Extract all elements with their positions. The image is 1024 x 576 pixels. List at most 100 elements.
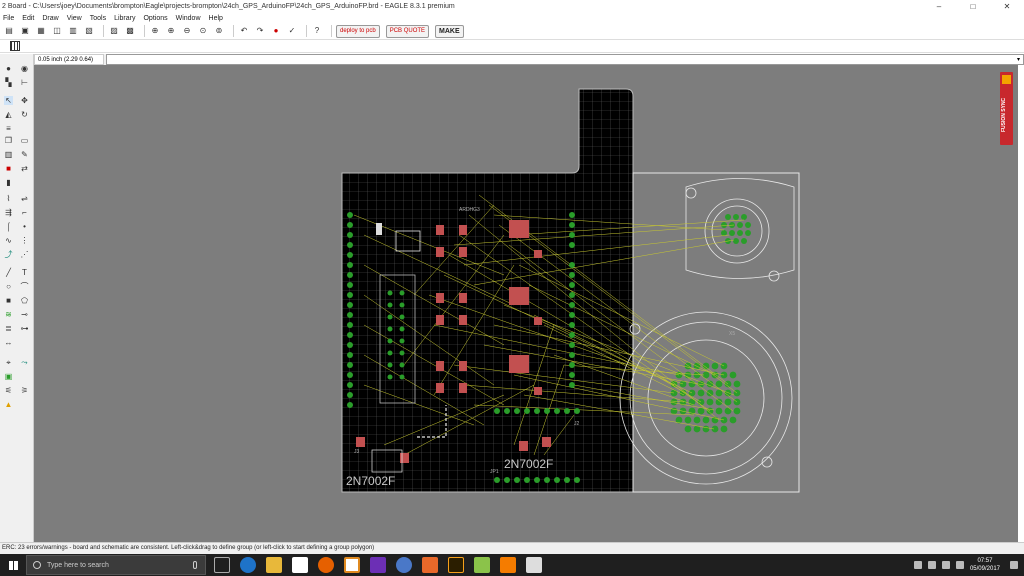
visual-studio-icon[interactable]	[370, 557, 386, 573]
replace-icon[interactable]: ⇄	[20, 164, 29, 173]
dimension-icon[interactable]: ≣	[4, 324, 13, 333]
drc-check-icon[interactable]: ⚞	[20, 386, 29, 395]
keyboard-icon[interactable]	[955, 561, 964, 569]
delete-icon[interactable]: ▥	[4, 150, 13, 159]
board-drawing[interactable]: 2N7002F 2N7002F ARDHG3 X5 J2 JP1 J3	[34, 65, 1018, 542]
task-view-icon[interactable]	[214, 557, 230, 573]
paste-icon[interactable]: ▭	[20, 136, 29, 145]
zoom-in-icon[interactable]: ⊕	[165, 25, 177, 37]
lock-icon[interactable]: ▮	[4, 178, 13, 187]
notifications-icon[interactable]	[1010, 561, 1018, 569]
script-icon[interactable]: ▨	[108, 25, 120, 37]
cam-icon[interactable]: ◫	[51, 25, 63, 37]
attribute-icon[interactable]: ⊶	[20, 324, 29, 333]
zoom-out-icon[interactable]: ⊖	[181, 25, 193, 37]
firefox-icon[interactable]	[318, 557, 334, 573]
menu-draw[interactable]: Draw	[42, 15, 58, 22]
hole-icon[interactable]: ⊸	[20, 310, 29, 319]
stop-icon[interactable]: ●	[270, 25, 282, 37]
autoroute-icon[interactable]: ⤳	[20, 358, 29, 367]
show-icon[interactable]: ◉	[20, 64, 29, 73]
save-icon[interactable]: ▣	[19, 25, 31, 37]
menu-help[interactable]: Help	[209, 15, 223, 22]
menu-options[interactable]: Options	[143, 15, 167, 22]
zoom-area-icon[interactable]: ⊚	[213, 25, 225, 37]
rect-icon[interactable]: ■	[4, 296, 13, 305]
maximize-button[interactable]: □	[956, 0, 990, 13]
fanout-icon[interactable]: ⋰	[20, 250, 29, 259]
meander-icon[interactable]: ⌠	[4, 222, 13, 231]
mirror-icon[interactable]: ◭	[4, 110, 13, 119]
menu-edit[interactable]: Edit	[22, 15, 34, 22]
optimize-icon[interactable]: ⇌	[20, 194, 29, 203]
open-icon[interactable]: ▤	[3, 25, 15, 37]
app-icon[interactable]	[396, 557, 412, 573]
move-icon[interactable]: ✥	[20, 96, 29, 105]
microphone-icon[interactable]	[193, 561, 197, 569]
layers-icon[interactable]: ≋	[4, 310, 13, 319]
chevron-down-icon[interactable]: ▾	[1017, 55, 1020, 65]
notepad-icon[interactable]	[474, 557, 490, 573]
ripup-icon[interactable]: ⌐	[20, 208, 29, 217]
menu-tools[interactable]: Tools	[90, 15, 106, 22]
warning-icon[interactable]: ▲	[4, 400, 13, 409]
fusion-sync-tab[interactable]: FUSION SYNC	[1000, 72, 1013, 145]
board-canvas[interactable]: 2N7002F 2N7002F ARDHG3 X5 J2 JP1 J3	[34, 65, 1018, 542]
up-arrow-icon[interactable]	[913, 561, 922, 569]
volume-icon[interactable]	[941, 561, 950, 569]
matlab-icon[interactable]	[422, 557, 438, 573]
clock[interactable]: 07:57 05/09/2017	[970, 557, 1000, 573]
display-icon[interactable]: ▚	[4, 78, 13, 87]
copy-icon[interactable]: ❐	[4, 136, 13, 145]
polygon-icon[interactable]: ⬠	[20, 296, 29, 305]
fusion-app-icon[interactable]	[344, 557, 360, 573]
board-icon[interactable]: ▧	[83, 25, 95, 37]
minimize-button[interactable]: –	[922, 0, 956, 13]
ulp-icon[interactable]: ▩	[124, 25, 136, 37]
file-explorer-icon[interactable]	[266, 557, 282, 573]
eagle-icon[interactable]	[500, 557, 516, 573]
print-icon[interactable]: ▦	[35, 25, 47, 37]
arc-icon[interactable]: ⌒	[20, 282, 29, 291]
grid-icon[interactable]	[10, 41, 20, 51]
drc-icon[interactable]: ⌖	[4, 358, 13, 367]
autorouter-icon[interactable]: ⤴	[4, 250, 13, 259]
align-icon[interactable]: ≡	[4, 124, 13, 133]
mark-icon[interactable]: ⊢	[20, 78, 29, 87]
start-button[interactable]	[0, 554, 26, 576]
text-icon[interactable]: T	[20, 268, 29, 277]
undo-icon[interactable]: ↶	[238, 25, 250, 37]
wrench-icon[interactable]: ✎	[20, 150, 29, 159]
mail-icon[interactable]	[526, 557, 542, 573]
go-icon[interactable]: ✓	[286, 25, 298, 37]
via-icon[interactable]: •	[20, 222, 29, 231]
command-input[interactable]: ▾	[106, 54, 1024, 65]
schematic-icon[interactable]: ▥	[67, 25, 79, 37]
store-icon[interactable]	[292, 557, 308, 573]
pcb-quote-button[interactable]: PCB QUOTE	[385, 24, 430, 38]
zoom-redraw-icon[interactable]: ⊙	[197, 25, 209, 37]
redo-icon[interactable]: ↷	[254, 25, 266, 37]
add-icon[interactable]: ■	[4, 164, 13, 173]
rotate-icon[interactable]: ↻	[20, 110, 29, 119]
edge-icon[interactable]	[240, 557, 256, 573]
deploy-button[interactable]: deploy to pcb	[336, 24, 380, 38]
zoom-fit-icon[interactable]: ⊕	[149, 25, 161, 37]
split-icon[interactable]: ⌇	[4, 194, 13, 203]
help-icon[interactable]: ?	[311, 25, 323, 37]
menu-file[interactable]: File	[3, 15, 14, 22]
taskbar-search[interactable]: Type here to search	[26, 555, 206, 575]
menu-library[interactable]: Library	[114, 15, 135, 22]
measure-icon[interactable]: ↔	[4, 338, 13, 347]
group-icon[interactable]: ↖	[4, 96, 13, 105]
menu-view[interactable]: View	[67, 15, 82, 22]
close-button[interactable]: ✕	[990, 0, 1024, 13]
info-icon[interactable]: ●	[4, 64, 13, 73]
network-icon[interactable]	[927, 561, 936, 569]
circle-icon[interactable]: ○	[4, 282, 13, 291]
ratsnest-icon[interactable]: ⋮	[20, 236, 29, 245]
line-icon[interactable]: ╱	[4, 268, 13, 277]
illustrator-icon[interactable]	[448, 557, 464, 573]
erc-icon[interactable]: ⚟	[4, 386, 13, 395]
menu-window[interactable]: Window	[176, 15, 201, 22]
